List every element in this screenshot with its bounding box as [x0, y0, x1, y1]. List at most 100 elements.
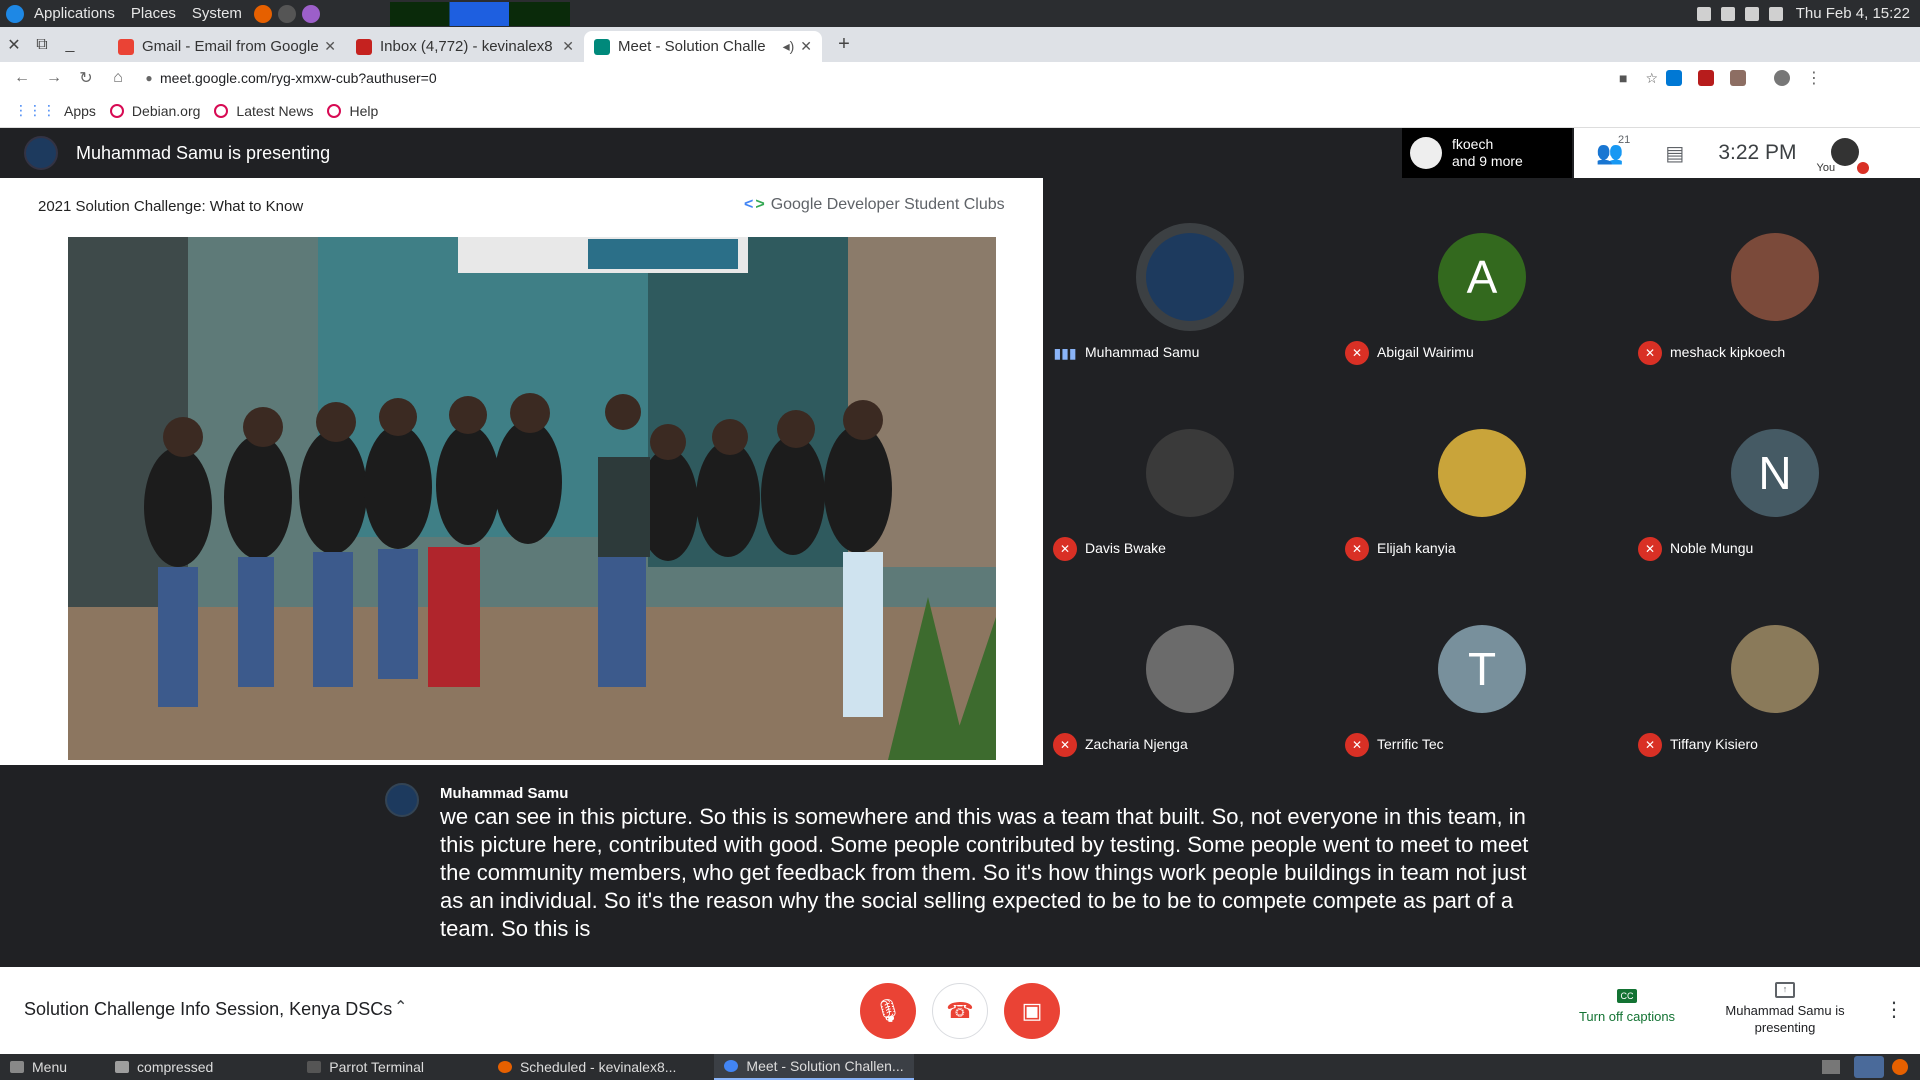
avatar [1146, 233, 1234, 321]
self-view-tile[interactable]: You [1816, 128, 1869, 178]
reload-icon[interactable]: ↻ [70, 68, 102, 88]
avatar: A [1438, 233, 1526, 321]
profile-icon[interactable] [1774, 70, 1790, 86]
shield-extension-icon[interactable] [1698, 70, 1714, 86]
address-bar[interactable]: ● meet.google.com/ryg-xmxw-cub?authuser=… [138, 65, 1658, 91]
taskbar-item-meet[interactable]: Meet - Solution Challen... [714, 1054, 914, 1080]
bookmark-debian[interactable]: Debian.org [109, 103, 200, 119]
participant-name: Noble Mungu [1670, 540, 1754, 556]
bookmark-star-icon[interactable]: ☆ [1645, 70, 1658, 87]
participant-tile[interactable]: ✕ Davis Bwake [1043, 374, 1335, 570]
browser-toolbar: ← → ↻ ⌂ ● meet.google.com/ryg-xmxw-cub?a… [0, 62, 1920, 94]
volume-icon[interactable] [1720, 6, 1735, 21]
gdsc-logo-icon: < [744, 196, 754, 213]
battery-icon[interactable] [1768, 6, 1783, 21]
firefox-launcher-icon[interactable] [253, 4, 272, 23]
participant-grid: ▮▮▮ Muhammad Samu A ✕ Abigail Wairimu ✕ … [1043, 178, 1920, 765]
leave-call-button[interactable]: ☎ [932, 983, 988, 1039]
applications-menu[interactable]: Applications [34, 5, 115, 22]
taskbar-item-firefox[interactable]: Scheduled - kevinalex8... [488, 1054, 686, 1080]
tab-inbox[interactable]: Inbox (4,772) - kevinalex8 ✕ [346, 31, 584, 62]
camera-toggle-button[interactable]: ▣ [1004, 983, 1060, 1039]
taskbar-item-compressed[interactable]: compressed [105, 1054, 223, 1080]
tab-meet[interactable]: Meet - Solution Challe ◂) ✕ [584, 31, 822, 62]
taskbar-item-terminal[interactable]: Parrot Terminal [297, 1054, 434, 1080]
team-photo [68, 237, 996, 760]
firefox-tray-icon[interactable] [1892, 1059, 1908, 1075]
participant-tile[interactable]: ✕ meshack kipkoech [1628, 178, 1920, 374]
chevron-up-icon[interactable]: ⌃ [394, 997, 407, 1017]
speaker-icon[interactable]: ◂) [783, 38, 795, 55]
lock-icon[interactable]: ● [138, 71, 160, 85]
close-tab-icon[interactable]: ✕ [562, 38, 574, 55]
participant-tile[interactable]: ▮▮▮ Muhammad Samu [1043, 178, 1335, 374]
mic-off-icon: ✕ [1638, 537, 1662, 561]
new-tab-icon[interactable]: + [830, 27, 858, 62]
meet-top-bar: Muhammad Samu is presenting fkoech and 9… [0, 128, 1920, 178]
participants-chip[interactable]: fkoech and 9 more [1402, 128, 1572, 178]
extension-icon[interactable] [1730, 70, 1746, 86]
home-icon[interactable]: ⌂ [102, 69, 134, 87]
more-options-icon[interactable]: ⋮ [1884, 997, 1904, 1022]
minimize-window-icon[interactable]: _ [56, 27, 84, 62]
participant-tile[interactable]: N ✕ Noble Mungu [1628, 374, 1920, 570]
mic-off-icon: ✕ [1345, 341, 1369, 365]
microphone-toggle-button[interactable]: 🎙 [860, 983, 916, 1039]
presentation-slide: 2021 Solution Challenge: What to Know < >… [0, 178, 1043, 765]
bookmark-label: Help [349, 102, 379, 119]
browser-tab-strip: ✕ ⧉ _ Gmail - Email from Google ✕ Inbox … [0, 27, 1920, 62]
captions-button-label: Turn off captions [1578, 1009, 1676, 1024]
participant-tile[interactable]: A ✕ Abigail Wairimu [1335, 178, 1627, 374]
meet-top-right: 👥 21 ▤ 3:22 PM You [1574, 128, 1920, 178]
browser-menu-icon[interactable]: ⋮ [1798, 68, 1830, 88]
parrot-logo-icon[interactable] [6, 4, 24, 23]
chrome-tray-icon[interactable] [1854, 1056, 1884, 1078]
self-label: You [1816, 162, 1836, 174]
system-menu[interactable]: System [192, 5, 242, 22]
participant-name: Elijah kanyia [1377, 540, 1456, 556]
meet-controls-bar: Solution Challenge Info Session, Kenya D… [0, 967, 1920, 1054]
terminal-launcher-icon[interactable] [277, 4, 296, 23]
close-tab-icon[interactable]: ✕ [324, 38, 336, 55]
close-tab-icon[interactable]: ✕ [800, 38, 812, 55]
workspace-icon[interactable] [1822, 1060, 1840, 1074]
wifi-icon[interactable] [1744, 6, 1759, 21]
url-text: meet.google.com/ryg-xmxw-cub?authuser=0 [160, 70, 437, 86]
taskbar-menu[interactable]: Menu [0, 1054, 77, 1080]
mic-off-icon: ✕ [1053, 733, 1077, 757]
bookmark-latest-news[interactable]: Latest News [214, 103, 313, 119]
clock-datetime[interactable]: Thu Feb 4, 15:22 [1796, 5, 1910, 22]
chrome-icon [724, 1060, 739, 1072]
restore-window-icon[interactable]: ⧉ [28, 27, 56, 62]
forward-icon[interactable]: → [38, 69, 70, 87]
participant-tile[interactable]: ✕ Tiffany Kisiero [1628, 570, 1920, 766]
apps-grid-icon: ⋮⋮⋮ [14, 102, 56, 118]
back-icon[interactable]: ← [6, 69, 38, 87]
people-button[interactable]: 👥 21 [1596, 134, 1630, 166]
taskbar-label: Menu [32, 1059, 68, 1075]
captions-toggle-button[interactable]: CC Turn off captions [1570, 987, 1684, 1024]
participant-tile[interactable]: ✕ Elijah kanyia [1335, 374, 1627, 570]
skype-extension-icon[interactable] [1666, 70, 1682, 86]
tab-title: Meet - Solution Challe [618, 38, 766, 55]
chat-button[interactable]: ▤ [1665, 141, 1684, 166]
meeting-title[interactable]: Solution Challenge Info Session, Kenya D… [24, 999, 392, 1020]
editor-launcher-icon[interactable] [301, 4, 320, 23]
avatar [1410, 137, 1442, 169]
bluetooth-icon[interactable] [1696, 6, 1711, 21]
avatar [1146, 625, 1234, 713]
present-button[interactable]: ↑ Muhammad Samu is presenting [1722, 979, 1848, 1036]
bookmark-apps[interactable]: ⋮⋮⋮ Apps [14, 102, 96, 119]
muted-icon [1856, 162, 1869, 174]
participant-tile[interactable]: T ✕ Terrific Tec [1335, 570, 1627, 766]
participant-name: meshack kipkoech [1670, 344, 1786, 360]
camera-in-use-icon[interactable]: ■ [1619, 70, 1627, 86]
places-menu[interactable]: Places [131, 5, 176, 22]
caption-speaker-avatar [385, 783, 419, 817]
close-window-icon[interactable]: ✕ [0, 27, 28, 62]
bookmark-help[interactable]: Help [327, 103, 378, 119]
taskbar-label: Meet - Solution Challen... [746, 1058, 904, 1074]
tab-gmail[interactable]: Gmail - Email from Google ✕ [108, 31, 346, 62]
participant-tile[interactable]: ✕ Zacharia Njenga [1043, 570, 1335, 766]
caption-text: we can see in this picture. So this is s… [440, 804, 1529, 941]
